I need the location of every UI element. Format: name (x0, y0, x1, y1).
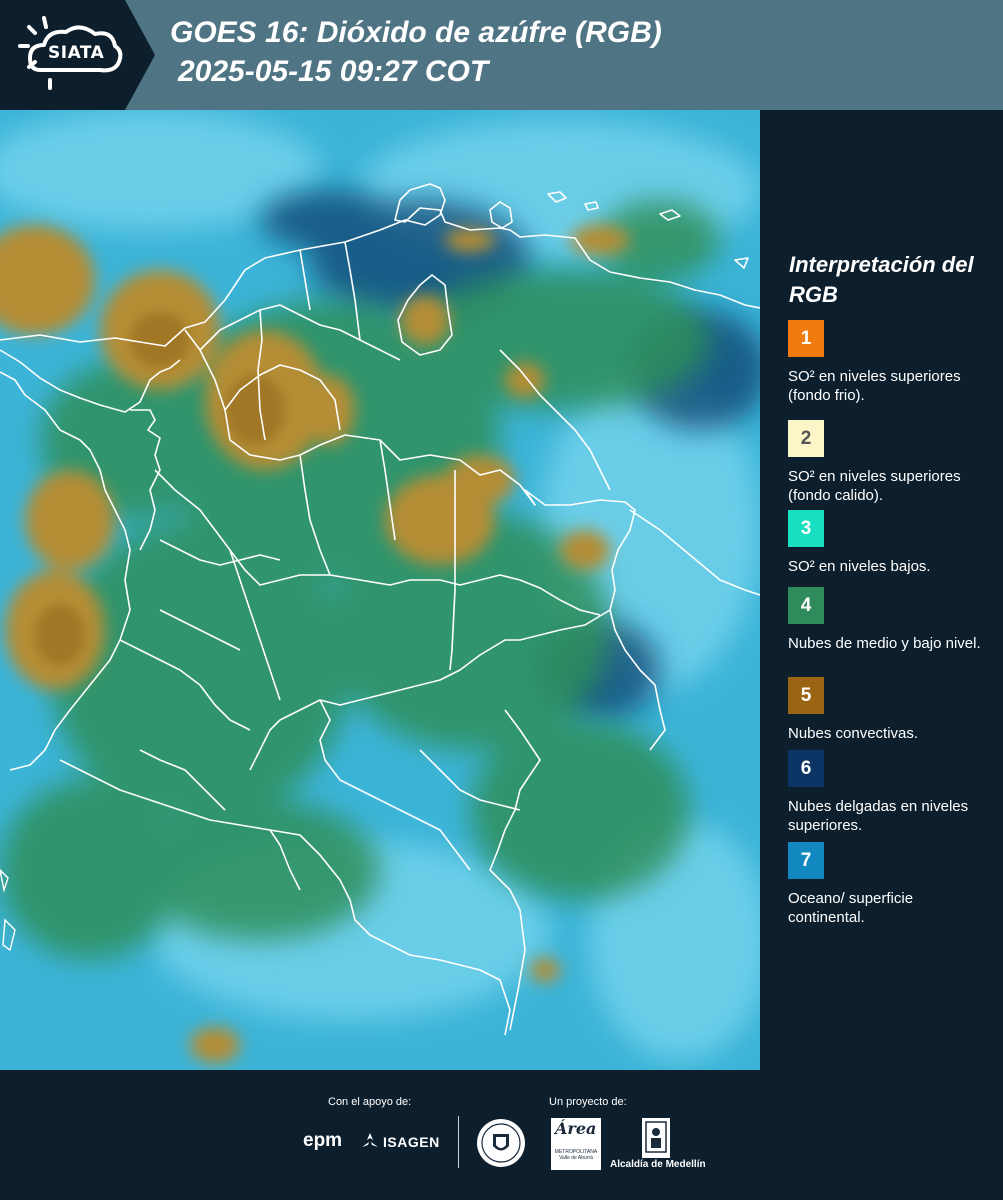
legend-swatch: 2 (788, 420, 824, 457)
legend-item-text: Oceano/ superficie continental. (788, 890, 914, 926)
support-label: Con el apoyo de: (328, 1096, 412, 1108)
legend-swatch: 6 (788, 750, 824, 787)
legend-item-text: SO² en niveles superiores (fondo calido)… (788, 468, 961, 504)
area-logo-name: Área (555, 1119, 597, 1138)
area-metropolitana-logo: Área METROPOLITANA Valle de Aburrá (551, 1118, 601, 1170)
satellite-image (0, 110, 760, 1070)
legend-swatch: 5 (788, 677, 824, 714)
header-bar: SIATA GOES 16: Dióxido de azúfre (RGB) 2… (0, 0, 1003, 110)
legend-item-text: SO² en niveles superiores (fondo frio). (788, 368, 961, 404)
legend-swatch: 1 (788, 320, 824, 357)
map-title: GOES 16: Dióxido de azúfre (RGB) (170, 16, 662, 49)
satellite-map (0, 110, 760, 1070)
legend-item: 4 Nubes de medio y bajo nivel. (788, 587, 993, 672)
epm-logo: epm (303, 1130, 343, 1151)
legend-swatch: 4 (788, 587, 824, 624)
footer: Con el apoyo de: Un proyecto de: epm ISA… (0, 1070, 1003, 1200)
legend-item-text: Nubes de medio y bajo nivel. (788, 635, 981, 652)
area-logo-sub: METROPOLITANA Valle de Aburrá (554, 1149, 598, 1161)
alcaldia-emblem-icon (642, 1118, 670, 1158)
isagen-logo: ISAGEN (383, 1134, 440, 1150)
map-timestamp: 2025-05-15 09:27 COT (178, 55, 489, 88)
legend-item: 3 SO² en niveles bajos. (788, 510, 993, 595)
legend-swatch: 3 (788, 510, 824, 547)
footer-divider (458, 1116, 459, 1168)
legend-item: 1 SO² en niveles superiores (fondo frio). (788, 320, 993, 405)
legend-item: 6 Nubes delgadas en niveles superiores. (788, 750, 993, 835)
siata-logo: SIATA (0, 0, 155, 110)
medellin-seal-icon (477, 1119, 525, 1167)
isagen-mark-icon (362, 1133, 378, 1147)
siata-logo-text: SIATA (48, 43, 105, 63)
legend-swatch: 7 (788, 842, 824, 879)
legend-item-text: Nubes delgadas en niveles superiores. (788, 798, 969, 834)
legend-panel: Interpretación del RGB 1 SO² en niveles s… (775, 110, 1003, 1070)
legend-item: 2 SO² en niveles superiores (fondo calido… (788, 420, 993, 505)
legend-title: Interpretación del RGB (789, 252, 974, 307)
legend-item: 7 Oceano/ superficie continental. (788, 842, 993, 927)
project-label: Un proyecto de: (549, 1096, 627, 1108)
alcaldia-logo-text: Alcaldía de Medellín (610, 1159, 706, 1170)
